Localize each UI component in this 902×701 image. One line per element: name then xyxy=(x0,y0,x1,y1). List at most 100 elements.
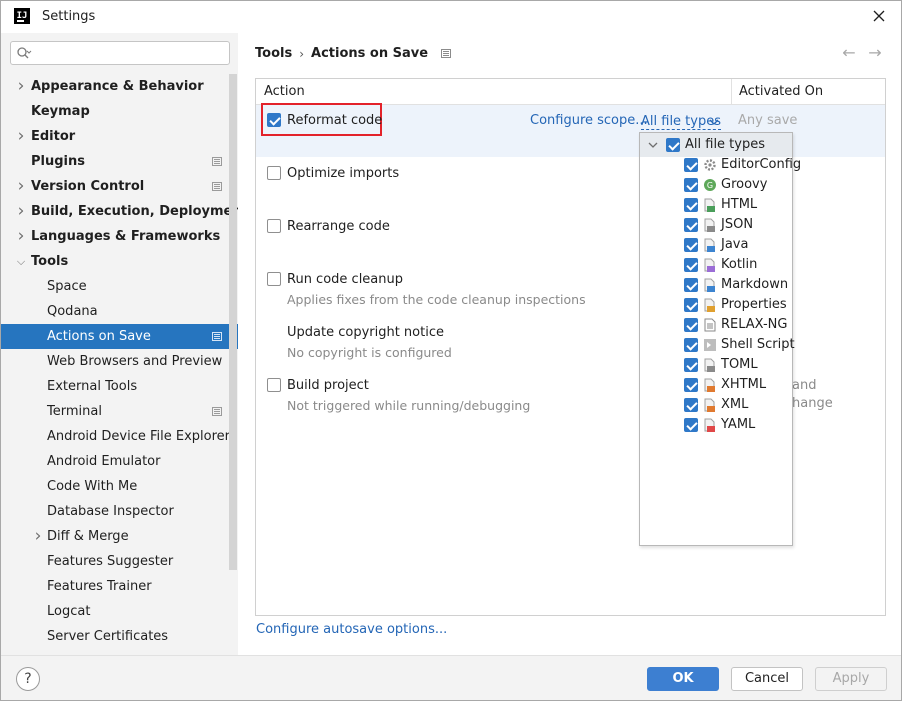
file-type-item-markdown[interactable]: Markdown xyxy=(640,275,792,295)
ok-button[interactable]: OK xyxy=(647,667,719,691)
sidebar-item-actions-on-save[interactable]: Actions on Save xyxy=(1,324,238,349)
sidebar-item-editor[interactable]: › Editor xyxy=(1,124,238,149)
file-type-checkbox[interactable] xyxy=(684,178,698,192)
file-type-item-xml[interactable]: XML xyxy=(640,395,792,415)
file-type-checkbox[interactable] xyxy=(684,218,698,232)
file-type-item-kotlin[interactable]: Kotlin xyxy=(640,255,792,275)
sidebar-item-web-browsers-and-preview[interactable]: Web Browsers and Preview xyxy=(1,349,238,374)
sidebar-item-android-device-file-explorer[interactable]: Android Device File Explorer xyxy=(1,424,238,449)
run-code-cleanup-label: Run code cleanup xyxy=(287,272,403,287)
file-type-item-shell-script[interactable]: Shell Script xyxy=(640,335,795,355)
settings-sidebar: › Appearance & Behavior Keymap › Editor Plugi… xyxy=(1,33,248,655)
file-type-checkbox[interactable] xyxy=(684,418,698,432)
file-type-checkbox[interactable] xyxy=(684,238,698,252)
sidebar-item-label: Appearance & Behavior xyxy=(31,79,204,94)
sidebar-item-terminal[interactable]: Terminal xyxy=(1,399,238,424)
sidebar-item-tools[interactable]: ⌵ Tools xyxy=(1,249,238,274)
all-file-types-checkbox[interactable] xyxy=(666,138,680,152)
sidebar-item-logcat[interactable]: Logcat xyxy=(1,599,238,624)
sidebar-item-keymap[interactable]: Keymap xyxy=(1,99,238,124)
file-type-item-relax-ng[interactable]: RELAX-NG xyxy=(640,315,792,335)
settings-dialog: IJ Settings › Appearance & Behavior Keymap… xyxy=(0,0,902,701)
sidebar-scrollbar-thumb[interactable] xyxy=(229,74,237,570)
file-type-item-json[interactable]: JSON xyxy=(640,215,792,235)
close-icon xyxy=(873,10,885,22)
chevron-right-icon[interactable]: › xyxy=(15,224,27,249)
dialog-footer: ? OK Cancel Apply xyxy=(1,655,901,700)
file-type-item-editorconfig[interactable]: EditorConfig xyxy=(640,155,801,175)
sidebar-item-features-suggester[interactable]: Features Suggester xyxy=(1,549,238,574)
optimize-imports-checkbox[interactable] xyxy=(267,166,281,180)
sidebar-item-server-certificates[interactable]: Server Certificates xyxy=(1,624,238,649)
forward-arrow-icon[interactable]: → xyxy=(865,43,885,63)
file-type-label: JSON xyxy=(721,217,754,232)
sidebar-item-code-with-me[interactable]: Code With Me xyxy=(1,474,238,499)
file-type-checkbox[interactable] xyxy=(684,298,698,312)
file-type-checkbox[interactable] xyxy=(684,198,698,212)
optimize-imports-label: Optimize imports xyxy=(287,166,400,181)
sidebar-item-build-execution-deployment[interactable]: › Build, Execution, Deployment xyxy=(1,199,248,224)
rearrange-code-checkbox[interactable] xyxy=(267,219,281,233)
build-project-description: Not triggered while running/debugging xyxy=(287,398,531,413)
chevron-right-icon[interactable]: › xyxy=(15,199,27,224)
sidebar-item-appearance-and-behavior[interactable]: › Appearance & Behavior xyxy=(1,74,238,99)
chevron-down-icon[interactable] xyxy=(709,118,719,126)
chevron-right-icon[interactable]: › xyxy=(15,74,27,99)
sidebar-item-plugins[interactable]: Plugins xyxy=(1,149,238,174)
help-button[interactable]: ? xyxy=(16,667,40,691)
file-types-all-item[interactable]: All file types xyxy=(640,135,792,155)
configure-autosave-link[interactable]: Configure autosave options... xyxy=(256,622,447,637)
cancel-button[interactable]: Cancel xyxy=(731,667,803,691)
sidebar-item-label: Diff & Merge xyxy=(47,529,129,544)
file-type-checkbox[interactable] xyxy=(684,358,698,372)
file-type-checkbox[interactable] xyxy=(684,258,698,272)
sidebar-item-external-tools[interactable]: External Tools xyxy=(1,374,238,399)
build-project-checkbox[interactable] xyxy=(267,378,281,392)
apply-button[interactable]: Apply xyxy=(815,667,887,691)
chevron-right-icon[interactable]: › xyxy=(32,524,44,549)
file-type-item-xhtml[interactable]: XHTML xyxy=(640,375,792,395)
settings-search-box[interactable] xyxy=(10,41,230,65)
reformat-code-checkbox[interactable] xyxy=(267,113,281,127)
chevron-right-icon[interactable]: › xyxy=(15,174,27,199)
file-type-label: RELAX-NG xyxy=(721,317,788,332)
sidebar-item-qodana[interactable]: Qodana xyxy=(1,299,238,324)
sidebar-item-features-trainer[interactable]: Features Trainer xyxy=(1,574,238,599)
file-type-checkbox[interactable] xyxy=(684,318,698,332)
chevron-down-icon[interactable]: ⌵ xyxy=(15,249,27,274)
file-type-checkbox[interactable] xyxy=(684,338,698,352)
sidebar-item-space[interactable]: Space xyxy=(1,274,238,299)
file-type-label: YAML xyxy=(721,417,756,432)
breadcrumb-parent[interactable]: Tools xyxy=(255,46,292,61)
file-type-item-properties[interactable]: Properties xyxy=(640,295,792,315)
search-icon xyxy=(17,47,32,59)
file-type-checkbox[interactable] xyxy=(684,378,698,392)
sidebar-item-languages-and-frameworks[interactable]: › Languages & Frameworks xyxy=(1,224,238,249)
file-type-item-yaml[interactable]: YAML xyxy=(640,415,792,435)
run-code-cleanup-checkbox[interactable] xyxy=(267,272,281,286)
sidebar-item-database-inspector[interactable]: Database Inspector xyxy=(1,499,238,524)
project-settings-icon xyxy=(212,332,222,341)
update-copyright-label: Update copyright notice xyxy=(287,325,444,340)
sidebar-item-diff-and-merge[interactable]: › Diff & Merge xyxy=(1,524,238,549)
intellij-app-icon: IJ xyxy=(14,8,30,24)
title-bar: IJ Settings xyxy=(1,1,901,33)
project-settings-icon xyxy=(212,407,222,416)
sidebar-item-android-emulator[interactable]: Android Emulator xyxy=(1,449,238,474)
update-copyright-description: No copyright is configured xyxy=(287,345,452,360)
file-type-checkbox[interactable] xyxy=(684,158,698,172)
file-type-checkbox[interactable] xyxy=(684,398,698,412)
file-type-item-html[interactable]: HTML xyxy=(640,195,792,215)
file-type-item-toml[interactable]: TOML xyxy=(640,355,792,375)
chevron-down-icon[interactable] xyxy=(648,141,658,149)
sidebar-item-version-control[interactable]: › Version Control xyxy=(1,174,238,199)
file-type-label: TOML xyxy=(721,357,758,372)
file-type-item-java[interactable]: Java xyxy=(640,235,792,255)
file-type-checkbox[interactable] xyxy=(684,278,698,292)
configure-scope-link[interactable]: Configure scope... xyxy=(530,113,648,128)
back-arrow-icon[interactable]: ← xyxy=(839,43,859,63)
file-type-item-groovy[interactable]: G Groovy xyxy=(640,175,792,195)
close-button[interactable] xyxy=(865,3,893,29)
search-input[interactable] xyxy=(35,44,225,62)
chevron-right-icon[interactable]: › xyxy=(15,124,27,149)
